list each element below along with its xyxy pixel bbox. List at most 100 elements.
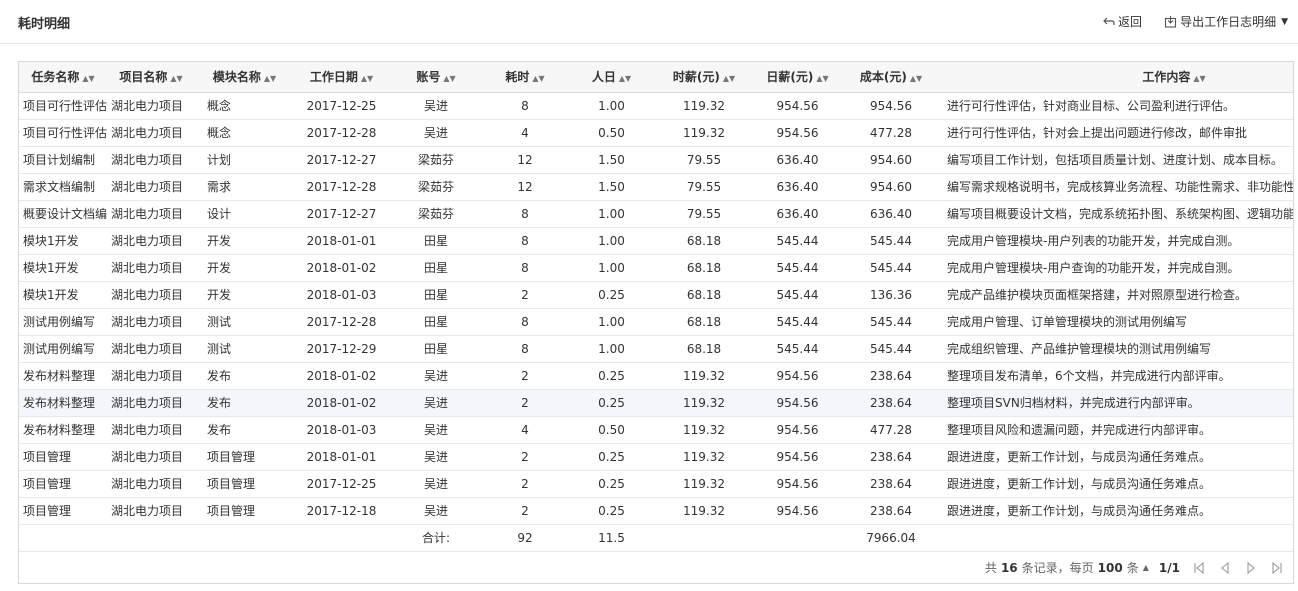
page-size-caret-icon[interactable]: ▲ [1143, 563, 1149, 572]
cell-person-days: 0.25 [567, 470, 656, 498]
cell-date: 2017-12-25 [294, 92, 389, 120]
next-page-icon[interactable] [1244, 561, 1258, 575]
cell-content: 跟进进度，更新工作计划，与成员沟通任务难点。 [939, 497, 1293, 525]
table-row[interactable]: 项目可行性评估 湖北电力项目 概念 2017-12-25 吴进 8 1.00 119.32 95… [19, 92, 1293, 120]
column-header-project[interactable]: 项目名称 ▲▼ [107, 62, 195, 93]
column-header-task[interactable]: 任务名称 ▲▼ [19, 62, 107, 93]
table-body: 项目可行性评估 湖北电力项目 概念 2017-12-25 吴进 8 1.00 119.32 95… [19, 92, 1293, 552]
last-page-icon[interactable] [1270, 561, 1284, 575]
table-row[interactable]: 模块1开发 湖北电力项目 开发 2018-01-03 田星 2 0.25 68.18 545.4… [19, 281, 1293, 309]
cell-hourly-wage: 119.32 [656, 92, 752, 120]
cell-person-days: 1.00 [567, 92, 656, 120]
column-header-module[interactable]: 模块名称 ▲▼ [195, 62, 294, 93]
cell-project: 湖北电力项目 [107, 254, 195, 282]
column-header-daily-wage[interactable]: 日薪(元) ▲▼ [752, 62, 843, 93]
column-header-hourly-wage[interactable]: 时薪(元) ▲▼ [656, 62, 752, 93]
cell-daily-wage: 545.44 [752, 281, 843, 309]
cell-person-days: 1.00 [567, 335, 656, 363]
column-header-cost[interactable]: 成本(元) ▲▼ [843, 62, 939, 93]
top-actions: 返回 导出工作日志明细 ▼ [1102, 13, 1288, 30]
cell-task: 测试用例编写 [19, 308, 107, 336]
cell-module: 概念 [195, 92, 294, 120]
cell-content: 整理项目SVN归档材料，并完成进行内部评审。 [939, 389, 1293, 417]
cell-person-days: 0.25 [567, 443, 656, 471]
table-row[interactable]: 发布材料整理 湖北电力项目 发布 2018-01-03 吴进 4 0.50 119.32 954… [19, 416, 1293, 444]
sort-icon: ▲▼ [443, 74, 456, 84]
cell-module: 概念 [195, 119, 294, 147]
cell-project: 湖北电力项目 [107, 227, 195, 255]
table-row[interactable]: 项目管理 湖北电力项目 项目管理 2018-01-01 吴进 2 0.25 119.32 954… [19, 443, 1293, 471]
cell-task: 项目管理 [19, 443, 107, 471]
column-header-hours[interactable]: 耗时 ▲▼ [483, 62, 567, 93]
back-button[interactable]: 返回 [1102, 13, 1142, 30]
cell-project: 湖北电力项目 [107, 308, 195, 336]
cell-account: 田星 [389, 335, 483, 363]
sort-icon: ▲▼ [82, 74, 95, 84]
table-row[interactable]: 发布材料整理 湖北电力项目 发布 2018-01-02 吴进 2 0.25 119.32 954… [19, 389, 1293, 417]
pagination: 共 16 条记录，每页 100 条 ▲ 1/1 [985, 559, 1284, 576]
table-row[interactable]: 测试用例编写 湖北电力项目 测试 2017-12-29 田星 8 1.00 68.18 545.… [19, 335, 1293, 363]
table-row[interactable]: 项目管理 湖北电力项目 项目管理 2017-12-18 吴进 2 0.25 119.32 954… [19, 497, 1293, 525]
cell-person-days: 0.25 [567, 389, 656, 417]
column-header-content[interactable]: 工作内容 ▲▼ [939, 62, 1293, 93]
column-header-date[interactable]: 工作日期 ▲▼ [294, 62, 389, 93]
back-arrow-icon [1103, 17, 1115, 25]
pager-size-suffix: 条 [1126, 561, 1139, 575]
prev-page-icon[interactable] [1218, 561, 1232, 575]
cell-project: 湖北电力项目 [107, 146, 195, 174]
cell-task: 发布材料整理 [19, 362, 107, 390]
totals-empty-cell [939, 524, 1293, 552]
cell-account: 吴进 [389, 119, 483, 147]
column-header-person-days[interactable]: 人日 ▲▼ [567, 62, 656, 93]
cell-module: 项目管理 [195, 470, 294, 498]
table-row[interactable]: 发布材料整理 湖北电力项目 发布 2018-01-02 吴进 2 0.25 119.32 954… [19, 362, 1293, 390]
cell-cost: 238.64 [843, 443, 939, 471]
cell-module: 项目管理 [195, 497, 294, 525]
totals-empty-cell [656, 524, 752, 552]
cell-account: 田星 [389, 308, 483, 336]
table-row[interactable]: 概要设计文档编 湖北电力项目 设计 2017-12-27 梁茹芬 8 1.00 79.55 63… [19, 200, 1293, 228]
cell-project: 湖北电力项目 [107, 281, 195, 309]
cell-account: 吴进 [389, 92, 483, 120]
cell-daily-wage: 636.40 [752, 173, 843, 201]
cell-daily-wage: 954.56 [752, 92, 843, 120]
table-row[interactable]: 测试用例编写 湖北电力项目 测试 2017-12-28 田星 8 1.00 68.18 545.… [19, 308, 1293, 336]
cell-project: 湖北电力项目 [107, 416, 195, 444]
export-button[interactable]: 导出工作日志明细 ▼ [1164, 13, 1288, 30]
cell-daily-wage: 636.40 [752, 146, 843, 174]
cell-cost: 636.40 [843, 200, 939, 228]
cell-daily-wage: 954.56 [752, 497, 843, 525]
table-row[interactable]: 项目计划编制 湖北电力项目 计划 2017-12-27 梁茹芬 12 1.50 79.55 63… [19, 146, 1293, 174]
cell-task: 项目管理 [19, 497, 107, 525]
page-size-select[interactable]: 100 [1098, 561, 1123, 575]
first-page-icon[interactable] [1192, 561, 1206, 575]
cell-cost: 136.36 [843, 281, 939, 309]
cell-hours: 2 [483, 497, 567, 525]
cell-hourly-wage: 119.32 [656, 389, 752, 417]
sort-icon: ▲▼ [816, 74, 829, 84]
cell-person-days: 0.25 [567, 497, 656, 525]
cell-cost: 545.44 [843, 227, 939, 255]
cell-person-days: 0.50 [567, 416, 656, 444]
cell-module: 开发 [195, 281, 294, 309]
cell-project: 湖北电力项目 [107, 470, 195, 498]
cell-hourly-wage: 79.55 [656, 200, 752, 228]
sort-icon: ▲▼ [909, 74, 923, 84]
cell-content: 完成用户管理模块-用户查询的功能开发，并完成自测。 [939, 254, 1293, 282]
cell-person-days: 1.50 [567, 173, 656, 201]
table-row[interactable]: 模块1开发 湖北电力项目 开发 2018-01-02 田星 8 1.00 68.18 545.4… [19, 254, 1293, 282]
table-row[interactable]: 模块1开发 湖北电力项目 开发 2018-01-01 田星 8 1.00 68.18 545.4… [19, 227, 1293, 255]
table-row[interactable]: 项目可行性评估 湖北电力项目 概念 2017-12-28 吴进 4 0.50 119.32 95… [19, 119, 1293, 147]
cell-hourly-wage: 119.32 [656, 416, 752, 444]
cell-hourly-wage: 79.55 [656, 173, 752, 201]
cell-project: 湖北电力项目 [107, 173, 195, 201]
column-header-account[interactable]: 账号 ▲▼ [389, 62, 483, 93]
table-row[interactable]: 需求文档编制 湖北电力项目 需求 2017-12-28 梁茹芬 12 1.50 79.55 63… [19, 173, 1293, 201]
table-row[interactable]: 项目管理 湖北电力项目 项目管理 2017-12-25 吴进 2 0.25 119.32 954… [19, 470, 1293, 498]
sort-icon: ▲▼ [360, 74, 374, 84]
cell-hours: 4 [483, 416, 567, 444]
cell-task: 模块1开发 [19, 281, 107, 309]
sort-icon: ▲▼ [722, 74, 736, 84]
cell-hours: 12 [483, 173, 567, 201]
cell-cost: 954.60 [843, 173, 939, 201]
